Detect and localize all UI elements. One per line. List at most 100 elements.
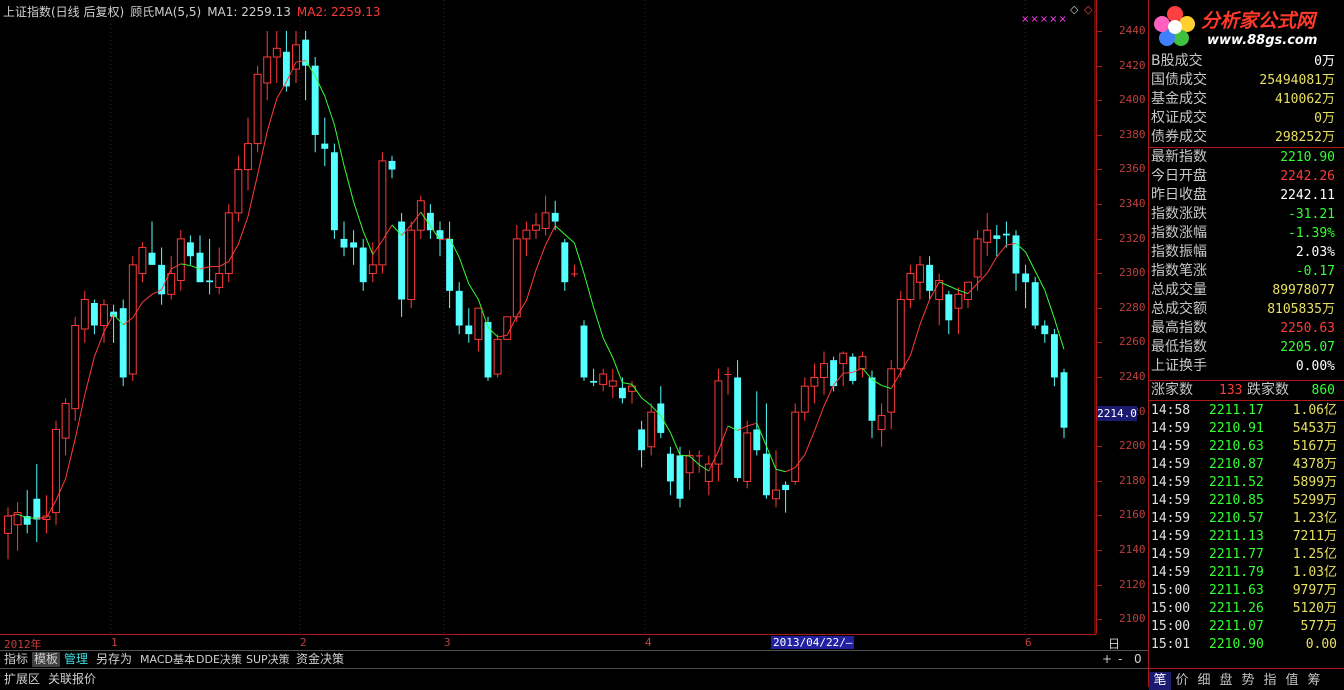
- price-tick-mark: [1097, 446, 1102, 447]
- price-tick-mark: [1097, 100, 1102, 101]
- ma-line-segment: [670, 433, 680, 456]
- related-quote-button[interactable]: 关联报价: [48, 670, 96, 687]
- stat-value: 2205.07: [1280, 338, 1335, 357]
- price-tick-label: 2160: [1119, 508, 1146, 521]
- price-tick-mark: [1097, 515, 1102, 516]
- close-icon[interactable]: ◇: [1084, 3, 1092, 16]
- ma-line-segment: [555, 226, 565, 235]
- price-tick-mark: [1097, 204, 1102, 205]
- stat-row: 最新指数2210.90: [1151, 148, 1341, 167]
- tab-indicator[interactable]: 指标: [2, 652, 30, 667]
- candle-body: [811, 377, 818, 386]
- tick-price: 2210.85: [1209, 492, 1264, 510]
- tick-price: 2211.07: [1209, 618, 1264, 636]
- candle-body: [984, 230, 991, 242]
- stat-value: 2250.63: [1280, 319, 1335, 338]
- ma-line-segment: [354, 202, 364, 231]
- diamond-icon[interactable]: ◇: [1070, 3, 1078, 16]
- stat-row: 指数振幅2.03%: [1151, 243, 1341, 262]
- candle-body: [475, 308, 482, 339]
- candle-body: [177, 239, 184, 281]
- panel-tab[interactable]: 价: [1171, 672, 1193, 690]
- ma-line-segment: [66, 439, 76, 479]
- candle-body: [513, 239, 520, 317]
- candle-body: [792, 412, 799, 481]
- tick-row: 15:002211.07577万: [1151, 618, 1341, 636]
- tab-template[interactable]: 模板: [32, 652, 60, 667]
- divider: [1149, 400, 1344, 401]
- candle-body: [533, 225, 540, 230]
- candle-body: [734, 377, 741, 477]
- candle-body: [149, 253, 156, 265]
- stat-value: 2242.11: [1280, 186, 1335, 205]
- candle-body: [945, 294, 952, 320]
- ma-line-segment: [584, 274, 594, 308]
- tick-row: 14:592211.137211万: [1151, 528, 1341, 546]
- candle-body: [552, 213, 559, 222]
- time-label: 1: [111, 636, 118, 649]
- tick-time: 15:00: [1151, 600, 1190, 618]
- tab-fund[interactable]: 资金决策: [294, 652, 346, 667]
- extension-area-button[interactable]: 扩展区: [4, 670, 40, 687]
- tick-volume: 5899万: [1293, 474, 1337, 492]
- tick-row: 14:592210.874378万: [1151, 456, 1341, 474]
- candle-body: [321, 144, 328, 149]
- candle-body: [955, 294, 962, 308]
- tab-dde[interactable]: DDE决策: [194, 652, 244, 667]
- tick-price: 2211.63: [1209, 582, 1264, 600]
- zoom-out-button[interactable]: -: [1118, 652, 1122, 666]
- ma-line-segment: [642, 398, 652, 406]
- tick-price: 2210.91: [1209, 420, 1264, 438]
- price-tick-mark: [1097, 308, 1102, 309]
- panel-tab[interactable]: 指: [1259, 672, 1281, 690]
- stat-value: 410062万: [1275, 90, 1335, 109]
- price-tick-mark: [1097, 66, 1102, 67]
- stat-row: 总成交额8105835万: [1151, 300, 1341, 319]
- tick-time: 15:00: [1151, 618, 1190, 636]
- tab-save-as[interactable]: 另存为: [94, 652, 134, 667]
- candle-body: [638, 429, 645, 450]
- panel-tab[interactable]: 笔: [1149, 672, 1171, 690]
- panel-tab[interactable]: 值: [1281, 672, 1303, 690]
- price-tick-label: 2380: [1119, 128, 1146, 141]
- tick-price: 2211.26: [1209, 600, 1264, 618]
- stat-row: 权证成交0万: [1151, 109, 1341, 128]
- kline-chart[interactable]: 上证指数(日线 后复权)顾氏MA(5,5)MA1: 2259.13MA2: 22…: [0, 0, 1096, 634]
- tick-time: 14:59: [1151, 546, 1190, 564]
- stat-label: 指数振幅: [1151, 243, 1207, 262]
- price-tick-mark: [1097, 481, 1102, 482]
- panel-tab[interactable]: 盘: [1215, 672, 1237, 690]
- zoom-in-button[interactable]: +: [1102, 652, 1112, 666]
- price-tick-mark: [1097, 585, 1102, 586]
- stat-value: 298252万: [1275, 128, 1335, 147]
- panel-tab[interactable]: 筹: [1303, 672, 1325, 690]
- tick-time: 14:59: [1151, 564, 1190, 582]
- tab-sup[interactable]: SUP决策: [244, 652, 292, 667]
- candle-body: [81, 300, 88, 329]
- candle-body: [360, 248, 367, 283]
- up-count-label: 涨家数: [1151, 381, 1193, 400]
- stat-value: 8105835万: [1267, 300, 1335, 319]
- price-tick-label: 2360: [1119, 162, 1146, 175]
- price-scale: 2440242024002380236023402320230022802260…: [1096, 0, 1149, 634]
- price-tick-label: 2300: [1119, 266, 1146, 279]
- candle-body: [667, 454, 674, 482]
- price-tick-label: 2320: [1119, 232, 1146, 245]
- panel-tab[interactable]: 势: [1237, 672, 1259, 690]
- price-tick-label: 2120: [1119, 578, 1146, 591]
- candle-body: [869, 377, 876, 420]
- tab-macd[interactable]: MACD基本: [138, 652, 197, 667]
- stat-row: 基金成交410062万: [1151, 90, 1341, 109]
- price-tick-label: 2440: [1119, 24, 1146, 37]
- candle-body: [369, 265, 376, 274]
- candle-body: [744, 433, 751, 482]
- tab-manage[interactable]: 管理: [62, 652, 90, 667]
- logo-url: www.88gs.com: [1207, 33, 1317, 48]
- price-tick-label: 2400: [1119, 93, 1146, 106]
- ma2-label: MA2: 2259.13: [297, 5, 381, 19]
- candle-body: [907, 274, 914, 300]
- candle-body: [897, 300, 904, 369]
- candle-body: [91, 303, 98, 326]
- panel-tab[interactable]: 细: [1193, 672, 1215, 690]
- candle-body: [139, 248, 146, 274]
